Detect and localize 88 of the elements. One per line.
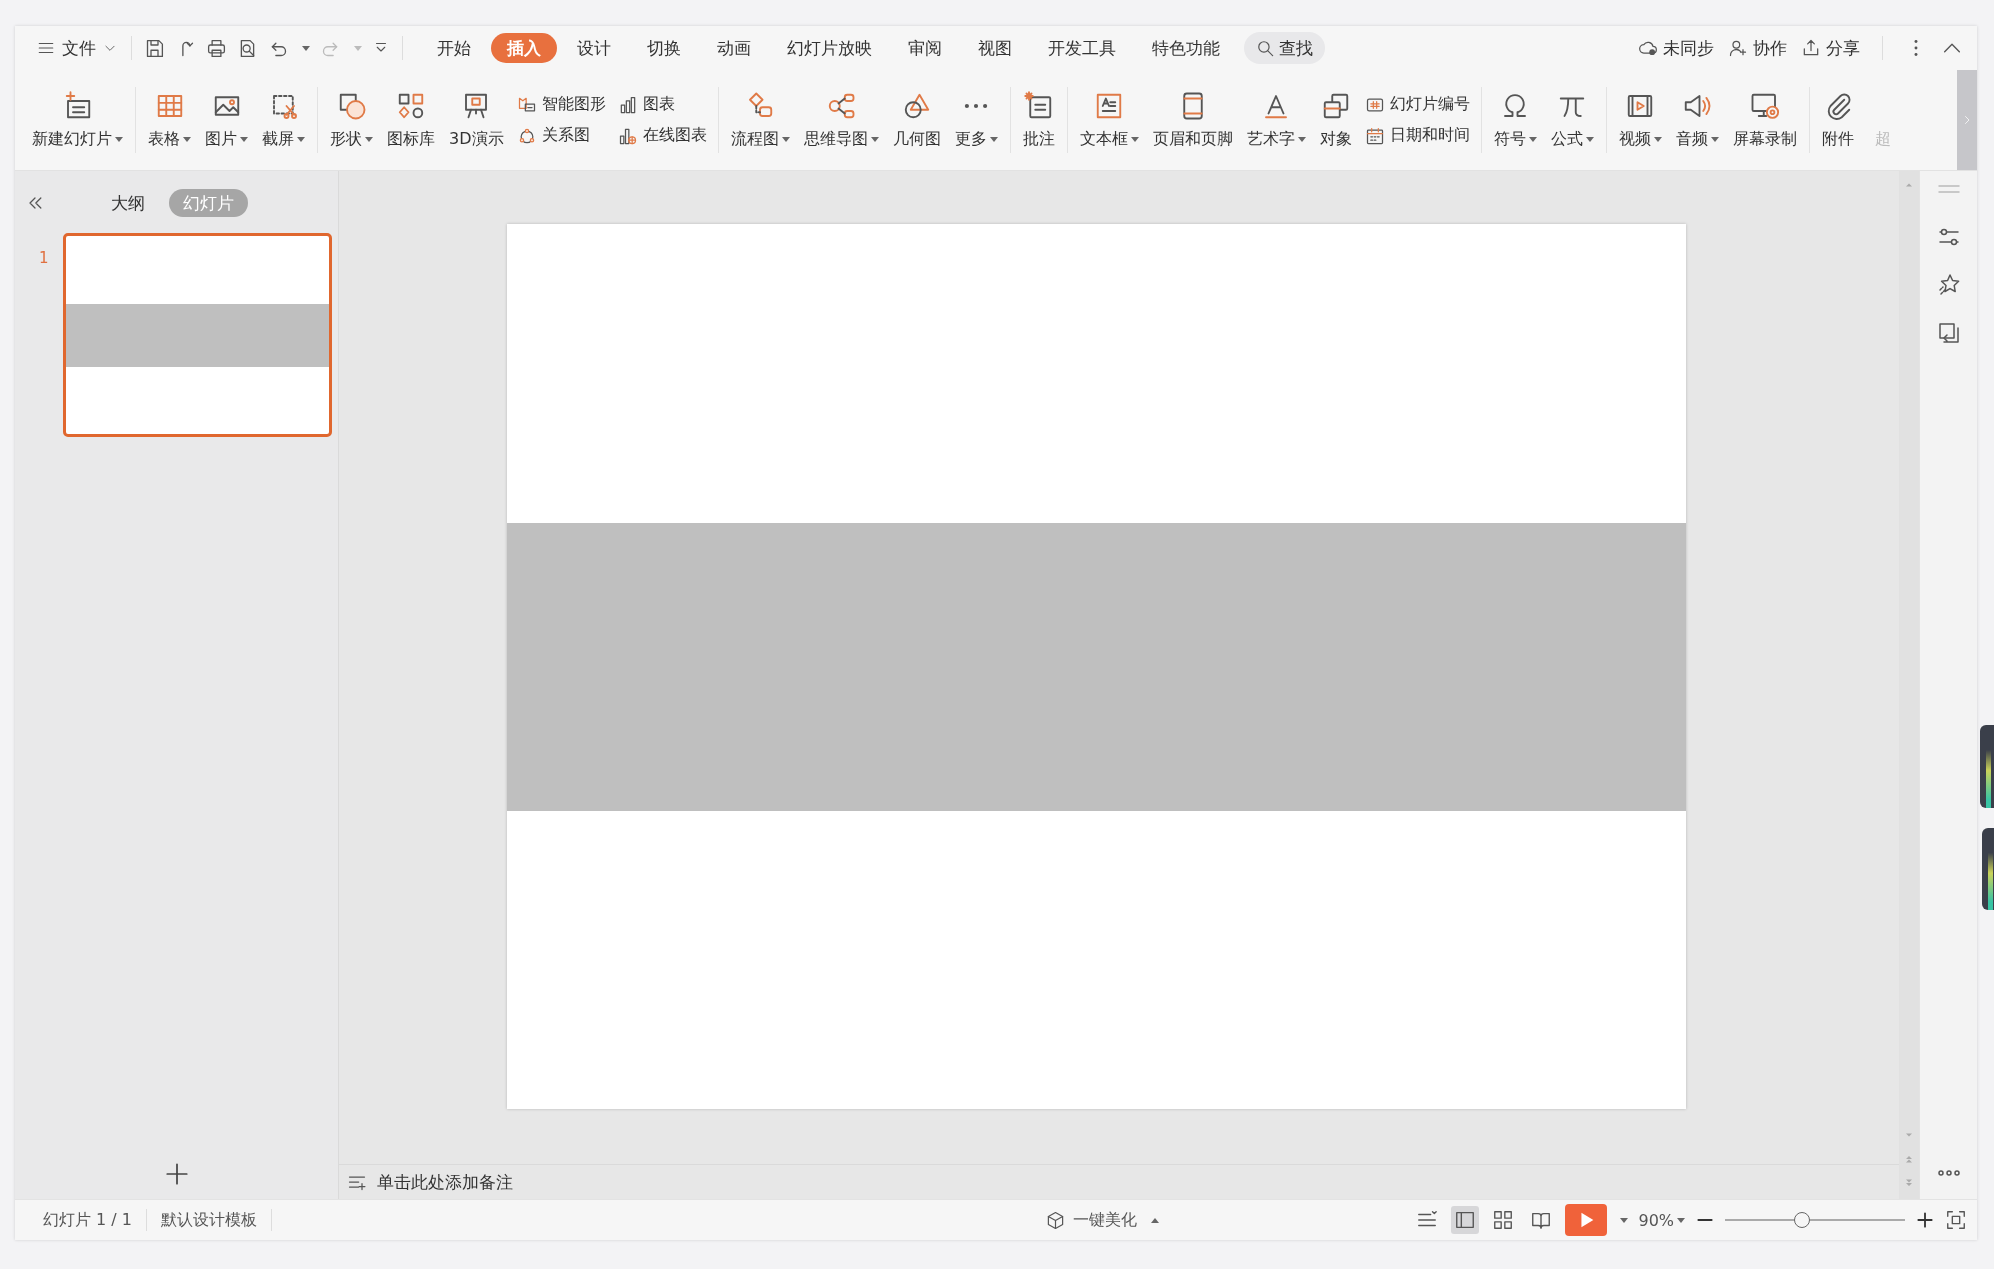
ribbon-button[interactable]: 关系图 — [516, 125, 606, 146]
menu-tab[interactable]: 特色功能 — [1136, 33, 1236, 63]
ribbon-button[interactable]: 形状 — [323, 86, 380, 154]
ribbon-button[interactable]: 表格 — [141, 86, 198, 154]
save-icon[interactable] — [144, 37, 165, 59]
ribbon-button[interactable]: 附件 — [1814, 86, 1861, 154]
caret-icon — [1585, 136, 1594, 142]
ribbon-button[interactable]: 批注 — [1015, 86, 1062, 154]
share-icon — [1801, 38, 1821, 58]
star-icon[interactable] — [1936, 273, 1961, 297]
menu-tab[interactable]: 动画 — [701, 33, 767, 63]
ribbon-button[interactable]: 新建幻灯片 — [25, 86, 130, 154]
slide-number: 1 — [39, 249, 50, 267]
view-button[interactable] — [1451, 1206, 1480, 1234]
normal-view-icon — [1454, 1209, 1477, 1231]
menu-tab[interactable]: 视图 — [962, 33, 1028, 63]
calendar-icon — [1364, 125, 1385, 146]
comment-icon — [1023, 90, 1054, 121]
caret-icon — [781, 136, 790, 142]
search-icon — [1256, 38, 1275, 58]
ribbon-button[interactable]: 流程图 — [723, 86, 797, 154]
ribbon-button[interactable]: 图表 — [617, 94, 707, 115]
ribbon-button[interactable]: 屏幕录制 — [1725, 86, 1804, 154]
search-button[interactable]: 查找 — [1244, 32, 1325, 64]
ribbon-button[interactable]: 艺术字 — [1239, 86, 1313, 154]
scrollbar[interactable] — [1899, 171, 1919, 1199]
window-icon[interactable] — [1936, 321, 1961, 345]
ribbon-button[interactable]: 在线图表 — [617, 125, 707, 146]
ribbon-button[interactable]: 公式 — [1543, 86, 1601, 154]
ribbon-button[interactable]: 图标库 — [380, 86, 442, 154]
menu-tab[interactable]: 切换 — [631, 33, 697, 63]
ribbon-button[interactable]: 3D演示 — [442, 86, 511, 154]
caret-icon — [1528, 136, 1537, 142]
menu-tab[interactable]: 开始 — [421, 33, 487, 63]
ribbon-button[interactable]: 智能图形 — [516, 94, 606, 115]
ribbon-button[interactable]: 日期和时间 — [1364, 125, 1470, 146]
grid-view-icon — [1492, 1209, 1515, 1231]
slide-thumbnail[interactable] — [63, 233, 332, 437]
slide-counter: 幻灯片 1 / 1 — [42, 1209, 133, 1231]
cube-icon — [1046, 1210, 1066, 1230]
slider-thumb[interactable] — [1794, 1212, 1811, 1228]
ribbon-button[interactable]: 图片 — [198, 86, 255, 154]
ribbon-button[interactable]: 页眉和页脚 — [1145, 86, 1240, 154]
caret-icon — [1677, 1217, 1685, 1223]
caret-icon — [354, 45, 362, 51]
caret-icon — [115, 136, 123, 142]
fit-window-icon[interactable] — [1945, 1209, 1967, 1231]
ribbon-button[interactable]: 幻灯片编号 — [1364, 94, 1470, 115]
panel-tab[interactable]: 大纲 — [97, 189, 159, 217]
print-icon[interactable] — [206, 37, 227, 59]
ribbon-button[interactable]: 更多 — [947, 86, 1005, 154]
caret-icon — [240, 136, 248, 142]
caret-icon — [183, 136, 191, 142]
menu-tab[interactable]: 审阅 — [892, 33, 958, 63]
menu-tab[interactable]: 设计 — [561, 33, 627, 63]
user-add-icon — [1728, 38, 1748, 58]
ribbon-button[interactable]: 音频 — [1668, 86, 1726, 154]
notes-field[interactable]: 单击此处添加备注 — [375, 1171, 1899, 1193]
beautify-button[interactable]: 一键美化 — [1032, 1209, 1174, 1231]
menu-tab[interactable]: 幻灯片放映 — [771, 33, 888, 63]
ribbon-button[interactable]: 思维导图 — [796, 86, 886, 154]
caret-icon — [870, 136, 879, 142]
template-button[interactable]: 默认设计模板 — [147, 1209, 271, 1231]
menu-tab[interactable]: 开发工具 — [1032, 33, 1132, 63]
caret-icon — [1130, 136, 1139, 142]
caret-icon — [989, 136, 998, 142]
ribbon-button[interactable]: 对象 — [1312, 86, 1359, 154]
file-menu-button[interactable]: 文件 — [31, 36, 123, 60]
page-up-icon — [1903, 1153, 1915, 1165]
ribbon-button[interactable]: 截屏 — [255, 86, 312, 154]
caret-icon — [302, 45, 310, 51]
ribbon-button[interactable]: 符号 — [1486, 86, 1544, 154]
play-button[interactable] — [1565, 1204, 1608, 1236]
caret-icon — [1297, 136, 1306, 142]
plus-icon[interactable] — [1915, 1210, 1935, 1230]
dots-icon — [963, 102, 989, 109]
zoom-dropdown[interactable]: 90% — [1638, 1210, 1685, 1230]
toolbar-button[interactable]: 协作 — [1728, 36, 1787, 60]
caret-icon — [1620, 1217, 1629, 1223]
caret-icon — [1653, 136, 1662, 142]
ribbon-button[interactable]: 视频 — [1611, 86, 1669, 154]
caret-icon — [1710, 136, 1719, 142]
ribbon-button[interactable]: 文本框 — [1072, 86, 1146, 154]
ribbon-button[interactable]: 几何图 — [885, 86, 948, 154]
caret-icon — [297, 136, 305, 142]
toolbar-button[interactable]: 分享 — [1801, 36, 1860, 60]
toolbar-button[interactable]: 未同步 — [1638, 36, 1714, 60]
caret-icon — [365, 136, 373, 142]
